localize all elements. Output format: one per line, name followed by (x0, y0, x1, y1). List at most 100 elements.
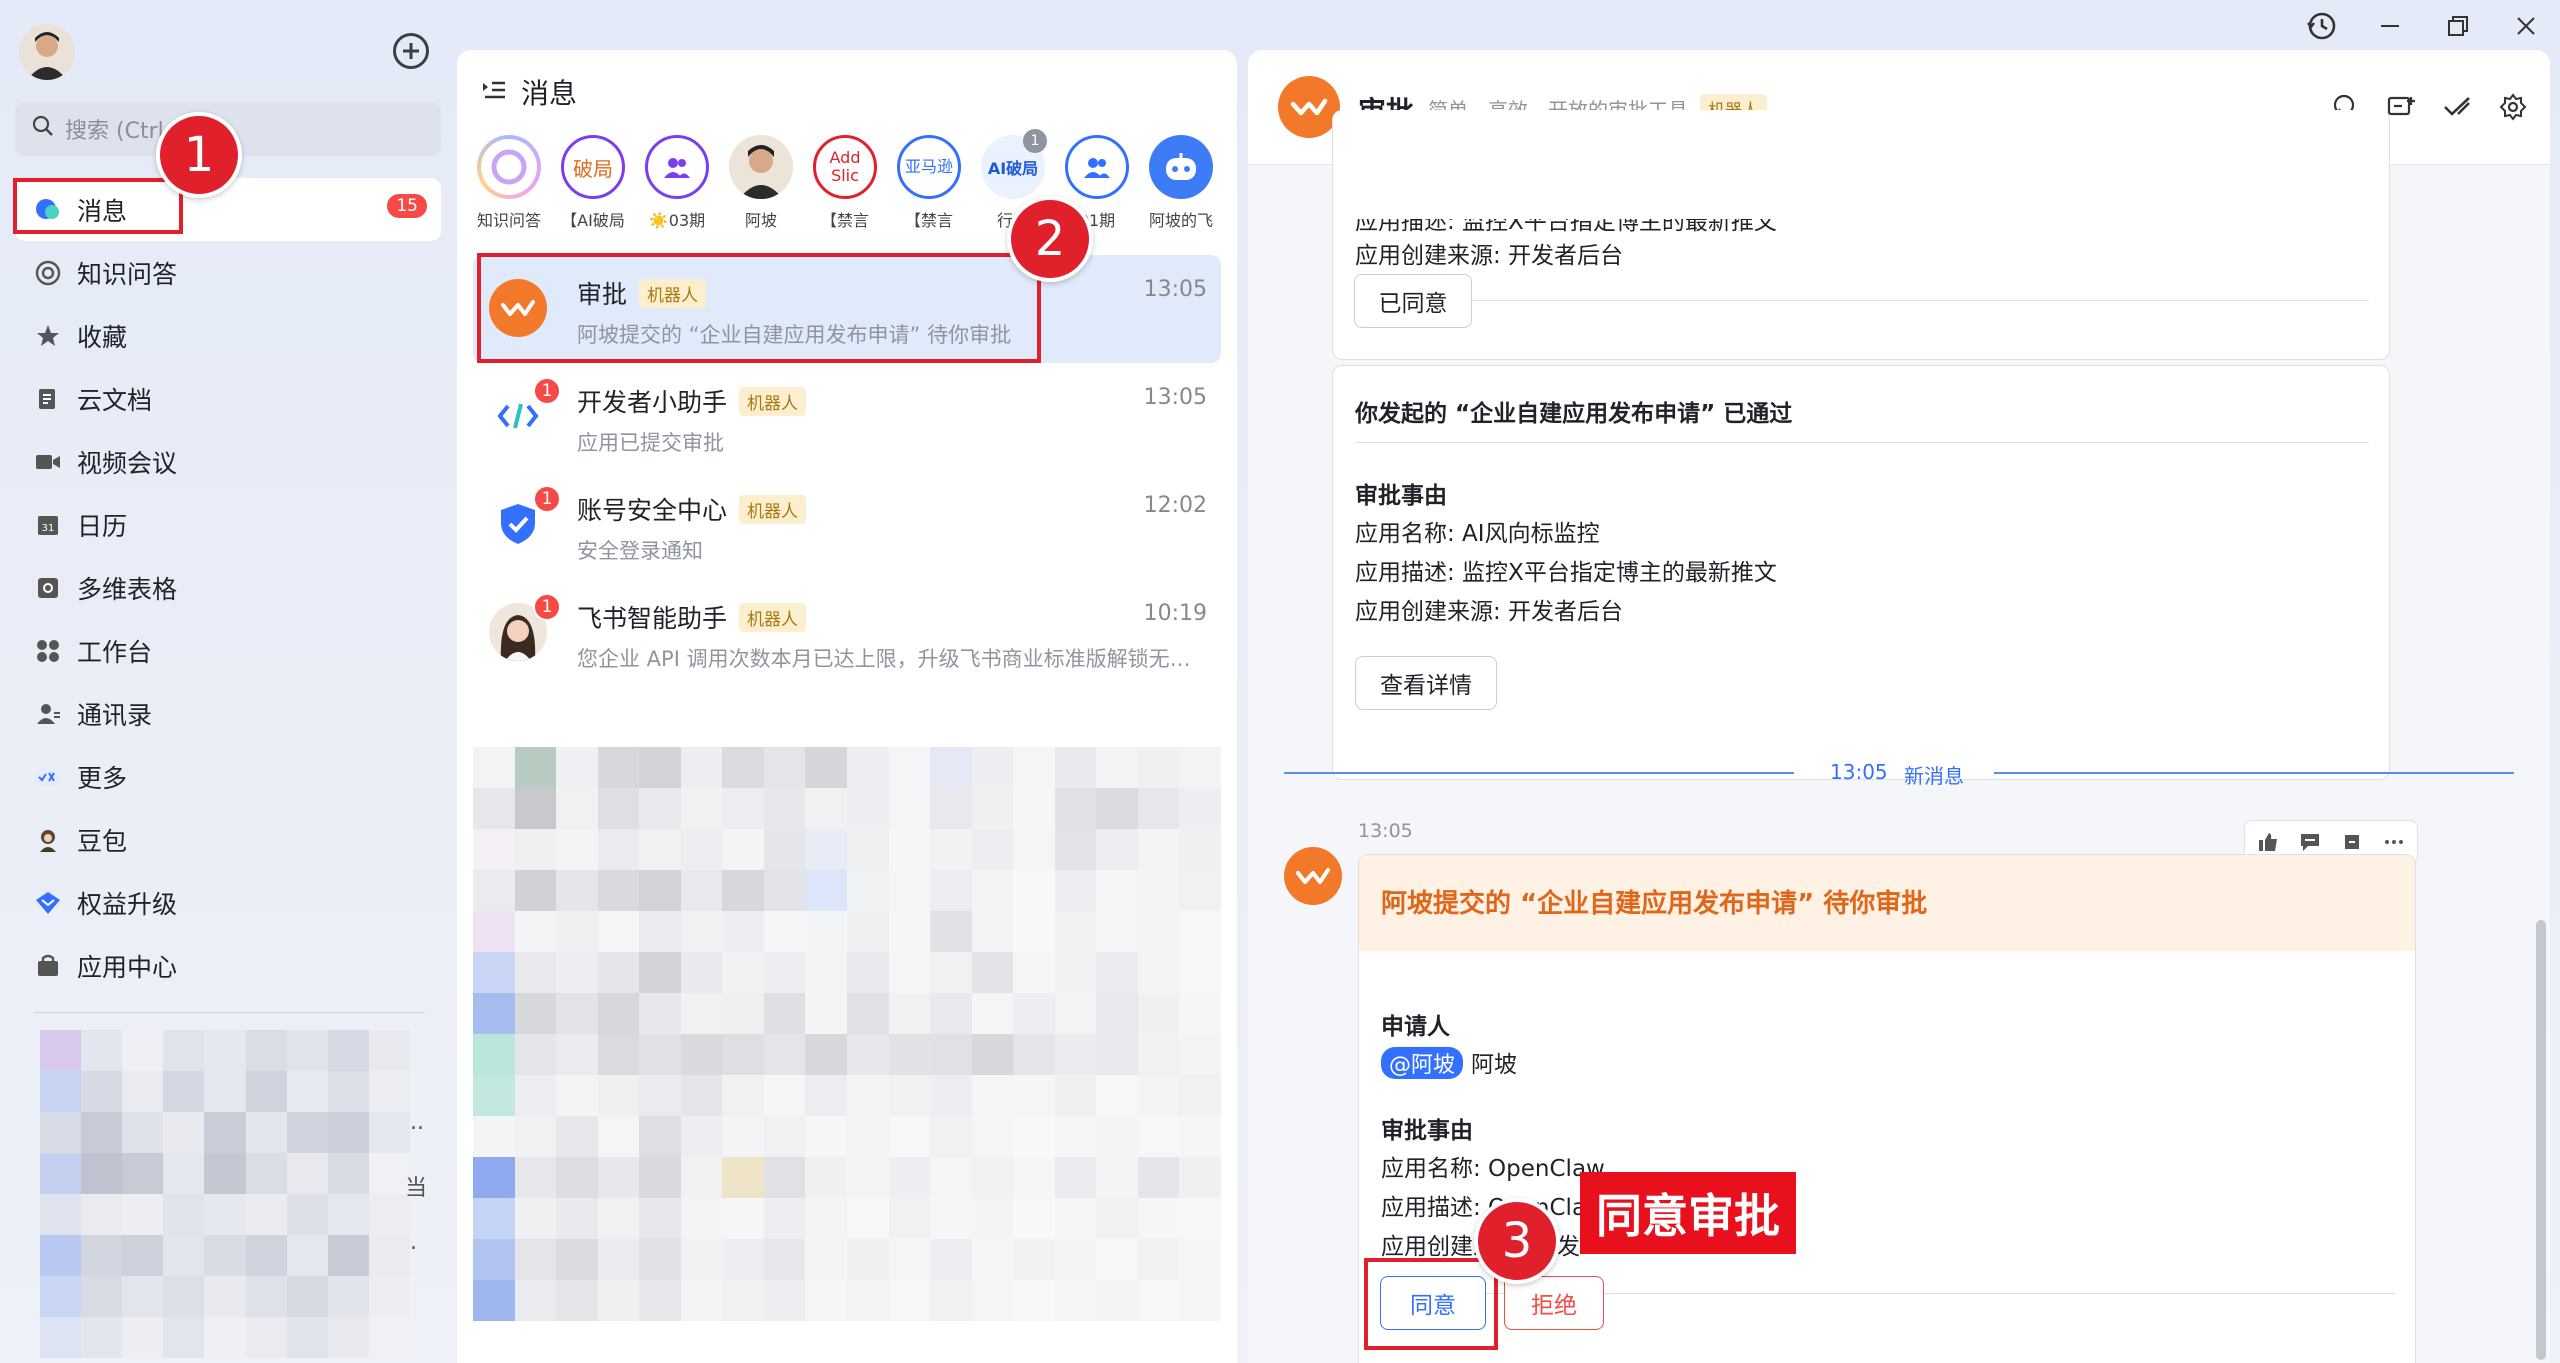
chat-preview: 安全登录通知 (577, 539, 703, 563)
unread-badge: 1 (533, 593, 561, 621)
cloud-doc-icon (33, 384, 63, 414)
sidebar-item-cloud-docs[interactable]: 云文档 (15, 367, 441, 430)
add-button[interactable] (393, 33, 429, 69)
sidebar-item-upgrade[interactable]: 权益升级 (15, 871, 441, 934)
sidebar-item-label: 通讯录 (77, 700, 153, 730)
card-title: 你发起的 “企业自建应用发布申请” 已通过 (1355, 401, 1793, 427)
history-icon[interactable] (2288, 6, 2356, 46)
star-icon (33, 321, 63, 351)
divider-time: 13:05 (1830, 760, 1888, 784)
blurred-chat-list-area (473, 747, 1221, 1363)
annotation-step-2: 2 (1007, 196, 1093, 282)
annotation-callout: 同意审批 (1580, 1172, 1796, 1254)
unread-count-badge: 15 (387, 194, 427, 218)
calendar-icon: 31 (33, 510, 63, 540)
sidebar-item-base[interactable]: 多维表格 (15, 556, 441, 619)
unread-badge: 1 (533, 377, 561, 405)
sidebar-item-video-meeting[interactable]: 视频会议 (15, 430, 441, 493)
search-placeholder: 搜索 (Ctrl (65, 119, 164, 144)
sidebar-item-knowledge-qa[interactable]: 知识问答 (15, 241, 441, 304)
pinned-chat[interactable]: 阿坡的飞 (1139, 135, 1223, 235)
chat-preview: 您企业 API 调用次数本月已达上限，升级飞书商业标准版解锁无限... (577, 647, 1197, 671)
sidebar-item-calendar[interactable]: 31 日历 (15, 493, 441, 556)
section-heading: 审批事由 (1381, 1118, 1473, 1144)
new-message-label: 新消息 (1904, 764, 1964, 788)
sidebar-item-workplace[interactable]: 工作台 (15, 619, 441, 682)
collapse-list-icon[interactable] (481, 76, 507, 109)
applicant-row: @阿坡 阿坡 (1381, 1045, 1517, 1079)
minimize-icon[interactable] (2356, 6, 2424, 46)
base-table-icon (33, 573, 63, 603)
card-divider (1355, 442, 2369, 443)
new-message-divider (1284, 772, 1794, 774)
sidebar-item-label: 权益升级 (77, 889, 178, 919)
sidebar-item-more[interactable]: 更多 (15, 745, 441, 808)
knowledge-qa-icon (33, 258, 63, 288)
chat-item-smart-assistant[interactable]: 1 飞书智能助手 机器人 10:19 您企业 API 调用次数本月已达上限，升级… (473, 579, 1221, 687)
chat-time: 13:05 (1143, 385, 1207, 410)
sidebar-item-label: 收藏 (77, 322, 128, 352)
sidebar-item-label: 多维表格 (77, 574, 178, 604)
chat-name: 账号安全中心 (577, 496, 728, 525)
view-details-button[interactable]: 查看详情 (1355, 656, 1497, 710)
annotation-step-3: 3 (1474, 1198, 1560, 1284)
bot-tag: 机器人 (739, 494, 807, 524)
chat-name: 开发者小助手 (577, 388, 728, 417)
window-controls (2288, 6, 2560, 46)
pinned-chat[interactable]: ☀️03期 (635, 135, 719, 235)
sidebar-item-label: 更多 (77, 763, 128, 793)
video-icon (33, 447, 63, 477)
new-message-divider (1994, 772, 2514, 774)
truncated-hint: . (410, 1230, 417, 1255)
pinned-chat-label: 【AI破局 (561, 211, 625, 230)
chat-time: 12:02 (1143, 493, 1207, 518)
reject-button[interactable]: 拒绝 (1504, 1276, 1604, 1330)
sidebar-item-label: 日历 (77, 511, 128, 541)
agreed-button[interactable]: 已同意 (1354, 274, 1472, 328)
chat-item-account-security[interactable]: 1 账号安全中心 机器人 12:02 安全登录通知 (473, 471, 1221, 579)
approval-card-previous: 应用描述: 监控X平台指定博主的最新推文 应用创建来源: 开发者后台 (1332, 110, 2390, 360)
approval-bot-avatar[interactable] (1278, 76, 1340, 138)
pinned-chat-label: 阿坡 (744, 211, 777, 230)
applicant-mention[interactable]: @阿坡 (1381, 1047, 1464, 1079)
approve-check-icon[interactable] (2440, 90, 2474, 124)
sidebar-item-doubao[interactable]: 豆包 (15, 808, 441, 871)
sidebar-item-favorites[interactable]: 收藏 (15, 304, 441, 367)
settings-gear-icon[interactable] (2496, 90, 2530, 124)
blurred-pinned-area (40, 1030, 410, 1363)
close-icon[interactable] (2492, 6, 2560, 46)
section-heading: 审批事由 (1355, 483, 1447, 509)
unread-badge: 1 (533, 485, 561, 513)
annotation-box-2 (477, 253, 1041, 363)
sidebar-item-contacts[interactable]: 通讯录 (15, 682, 441, 745)
applicant-name: 阿坡 (1471, 1052, 1518, 1078)
pinned-chat[interactable]: 破局 【AI破局 (551, 135, 635, 235)
search-icon (31, 114, 55, 144)
scrollbar[interactable] (2536, 920, 2546, 1360)
sidebar-item-label: 豆包 (77, 826, 128, 856)
svg-text:31: 31 (42, 523, 55, 534)
sidebar-item-app-center[interactable]: 应用中心 (15, 934, 441, 997)
approval-result-card: 你发起的 “企业自建应用发布申请” 已通过 审批事由 应用名称: AI风向标监控… (1332, 365, 2390, 780)
chat-name: 飞书智能助手 (577, 604, 728, 633)
sidebar-divider (35, 1012, 425, 1013)
chat-item-developer-assistant[interactable]: 1 开发者小助手 机器人 13:05 应用已提交审批 (473, 363, 1221, 471)
sidebar-item-label: 工作台 (77, 637, 153, 667)
sidebar-nav: 消息 15 知识问答 收藏 云文档 视频会议 31 日历 多维表格 工作台 通讯… (15, 178, 441, 997)
upgrade-icon (33, 888, 63, 918)
app-name: 应用名称: OpenClaw (1381, 1156, 1605, 1182)
pinned-chat[interactable]: 知识问答 (467, 135, 551, 235)
doubao-icon (33, 825, 63, 855)
app-description: 应用描述: 监控X平台指定博主的最新推文 (1355, 560, 1777, 586)
avatar (729, 135, 793, 199)
pinned-chat[interactable]: Add Slic 【禁言 (803, 135, 887, 235)
approval-bot-avatar[interactable] (1284, 847, 1342, 905)
pinned-chat[interactable]: 阿坡 (719, 135, 803, 235)
message-list-header: 消息 (481, 72, 577, 112)
pinned-chat[interactable]: 亚马逊 【禁言 (887, 135, 971, 235)
message-time: 13:05 (1358, 820, 1413, 842)
pinned-chat-label: 【禁言 (904, 211, 953, 230)
restore-icon[interactable] (2424, 6, 2492, 46)
annotation-box-3 (1364, 1258, 1498, 1350)
avatar[interactable] (19, 24, 75, 80)
